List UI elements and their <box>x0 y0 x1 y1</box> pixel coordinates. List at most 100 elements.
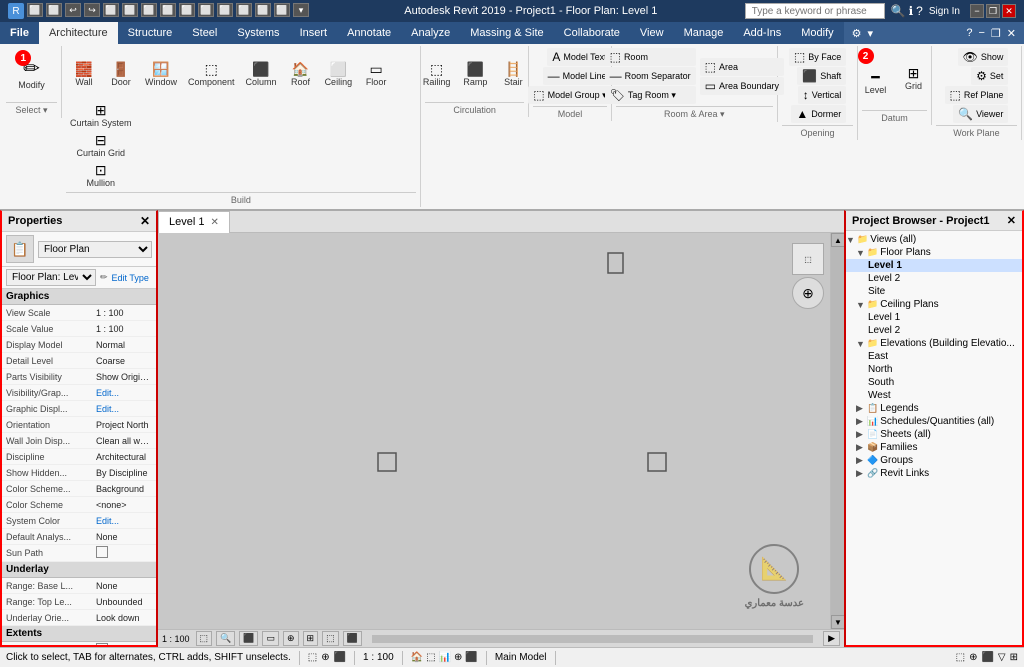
tag-room-btn[interactable]: 🏷 Tag Room ▾ <box>605 86 696 104</box>
model-group-btn[interactable]: ⬚ Model Group ▾ <box>528 86 611 104</box>
scroll-track[interactable] <box>831 247 844 615</box>
sign-in-btn[interactable]: Sign In <box>929 6 960 17</box>
canvas-tool-btn-7[interactable]: ⬚ <box>322 631 339 646</box>
quick-btn-12[interactable]: ⬜ <box>236 3 252 17</box>
tree-groups[interactable]: ▶ 🔷 Groups <box>846 454 1022 467</box>
status-tool-5[interactable]: ⬛ <box>465 652 477 663</box>
tree-sheets[interactable]: ▶ 📄 Sheets (all) <box>846 428 1022 441</box>
canvas-tab-close[interactable]: ✕ <box>210 217 218 228</box>
tab-systems[interactable]: Systems <box>227 22 289 44</box>
room-separator-btn[interactable]: — Room Separator <box>605 67 696 85</box>
tab-file[interactable]: File <box>0 22 39 44</box>
mullion-btn[interactable]: ⊡ Mullion <box>66 161 136 190</box>
close-btn[interactable]: ✕ <box>1002 4 1016 18</box>
roof-btn[interactable]: 🏠 Roof <box>283 48 319 100</box>
room-btn[interactable]: ⬚ Room <box>605 48 696 66</box>
tab-analyze[interactable]: Analyze <box>401 22 460 44</box>
tree-site-fp[interactable]: Site <box>846 285 1022 298</box>
tab-insert[interactable]: Insert <box>290 22 338 44</box>
project-browser-close-btn[interactable]: ✕ <box>1007 214 1016 227</box>
canvas-tool-btn-5[interactable]: ⊕ <box>283 631 299 646</box>
quick-btn-11[interactable]: ⬜ <box>217 3 233 17</box>
quick-btn-14[interactable]: ⬜ <box>274 3 290 17</box>
canvas-tool-btn-1[interactable]: ⬚ <box>196 631 213 646</box>
tab-massing[interactable]: Massing & Site <box>460 22 553 44</box>
edit-type-link[interactable]: Edit Type <box>112 273 149 283</box>
by-face-btn[interactable]: ⬚ By Face <box>789 48 846 66</box>
tree-level1-fp[interactable]: Level 1 <box>846 259 1022 272</box>
tab-addins[interactable]: Add-Ins <box>733 22 791 44</box>
quick-btn-7[interactable]: ⬜ <box>141 3 157 17</box>
prop-type-dropdown[interactable]: Floor Plan <box>38 241 152 258</box>
tree-legends[interactable]: ▶ 📋 Legends <box>846 402 1022 415</box>
ceiling-btn[interactable]: ⬜ Ceiling <box>320 48 358 100</box>
status-tool-3[interactable]: 📊 <box>439 652 451 663</box>
system-color-edit-btn[interactable]: Edit... <box>96 516 152 526</box>
canvas-scrollbar[interactable]: ▲ ▼ <box>830 233 844 629</box>
search-input[interactable] <box>745 3 885 19</box>
wall-btn[interactable]: 🧱 Wall <box>66 48 102 100</box>
nav-cube[interactable]: ⬚ <box>792 243 824 275</box>
canvas-tab-level1[interactable]: Level 1 ✕ <box>158 211 230 233</box>
tree-schedules[interactable]: ▶ 📊 Schedules/Quantities (all) <box>846 415 1022 428</box>
canvas-tool-btn-6[interactable]: ⊞ <box>303 631 319 646</box>
tree-west[interactable]: West <box>846 389 1022 402</box>
tree-level2-fp[interactable]: Level 2 <box>846 272 1022 285</box>
curtain-system-btn[interactable]: ⊞ Curtain System <box>66 101 136 130</box>
tab-structure[interactable]: Structure <box>118 22 183 44</box>
tree-north[interactable]: North <box>846 363 1022 376</box>
tab-architecture[interactable]: Architecture <box>39 22 118 44</box>
status-tool-4[interactable]: ⊕ <box>454 652 462 663</box>
floor-btn[interactable]: ▭ Floor <box>358 48 394 100</box>
curtain-grid-btn[interactable]: ⊟ Curtain Grid <box>66 131 136 160</box>
dormer-btn[interactable]: ▲ Dormer <box>791 105 846 123</box>
canvas-scroll-h[interactable] <box>372 635 813 643</box>
level-btn[interactable]: ━ Level <box>858 56 894 108</box>
tab-manage[interactable]: Manage <box>674 22 734 44</box>
quick-btn-1[interactable]: ⬜ <box>27 3 43 17</box>
tab-annotate[interactable]: Annotate <box>337 22 401 44</box>
column-btn[interactable]: ⬛ Column <box>241 48 282 100</box>
visibility-edit-btn[interactable]: Edit... <box>96 388 152 398</box>
tab-steel[interactable]: Steel <box>182 22 227 44</box>
scroll-up-btn[interactable]: ▲ <box>831 233 844 247</box>
canvas-tool-btn-2[interactable]: 🔍 <box>216 631 235 646</box>
tree-revit-links[interactable]: ▶ 🔗 Revit Links <box>846 467 1022 480</box>
tree-ceiling-plans[interactable]: ▼ 📁 Ceiling Plans <box>846 298 1022 311</box>
tree-elevations[interactable]: ▼ 📁 Elevations (Building Elevatio... <box>846 337 1022 350</box>
area-boundary-btn[interactable]: ▭ Area Boundary <box>700 77 784 95</box>
show-btn[interactable]: 👁 Show <box>958 48 1009 66</box>
nav-wheel[interactable]: ⊕ <box>792 277 824 309</box>
door-btn[interactable]: 🚪 Door <box>103 48 139 100</box>
viewer-btn[interactable]: 🔍 Viewer <box>953 105 1008 123</box>
ramp-btn[interactable]: ⬛ Ramp <box>457 48 493 100</box>
area-btn[interactable]: ⬚ Area <box>700 58 784 76</box>
stair-btn[interactable]: 🪜 Stair <box>495 48 531 100</box>
canvas-viewport[interactable]: ⬚ ⊕ ▲ ▼ 📐 عدسة معماري <box>158 233 844 629</box>
vertical-btn[interactable]: ↕ Vertical <box>798 86 847 104</box>
quick-btn-5[interactable]: ⬜ <box>103 3 119 17</box>
tab-modify[interactable]: Modify <box>791 22 843 44</box>
status-tool-1[interactable]: 🏠 <box>411 652 423 663</box>
tree-floor-plans[interactable]: ▼ 📁 Floor Plans <box>846 246 1022 259</box>
model-text-btn[interactable]: A Model Text <box>547 48 611 66</box>
tab-view[interactable]: View <box>630 22 674 44</box>
grid-btn[interactable]: ⊞ Grid <box>896 52 932 104</box>
canvas-tool-btn-3[interactable]: ⬛ <box>239 631 258 646</box>
prop-floor-dropdown[interactable]: Floor Plan: Level 1 <box>6 269 96 286</box>
quick-btn-10[interactable]: ⬜ <box>198 3 214 17</box>
canvas-tool-btn-8[interactable]: ⬛ <box>343 631 362 646</box>
quick-btn-2[interactable]: ⬜ <box>46 3 62 17</box>
shaft-btn[interactable]: ⬛ Shaft <box>797 67 846 85</box>
canvas-tool-btn-4[interactable]: ▭ <box>262 631 279 646</box>
railing-btn[interactable]: ⬚ Railing <box>418 48 456 100</box>
quick-btn-9[interactable]: ⬜ <box>179 3 195 17</box>
canvas-scroll-right[interactable]: ▶ <box>823 631 840 646</box>
tree-level2-cp[interactable]: Level 2 <box>846 324 1022 337</box>
project-browser-tree[interactable]: ▼ 📁 Views (all) ▼ 📁 Floor Plans Level 1 … <box>846 231 1022 645</box>
tree-south[interactable]: South <box>846 376 1022 389</box>
tab-collaborate[interactable]: Collaborate <box>554 22 630 44</box>
graphic-edit-btn[interactable]: Edit... <box>96 404 152 414</box>
model-line-btn[interactable]: — Model Line <box>543 67 612 85</box>
quick-btn-13[interactable]: ⬜ <box>255 3 271 17</box>
